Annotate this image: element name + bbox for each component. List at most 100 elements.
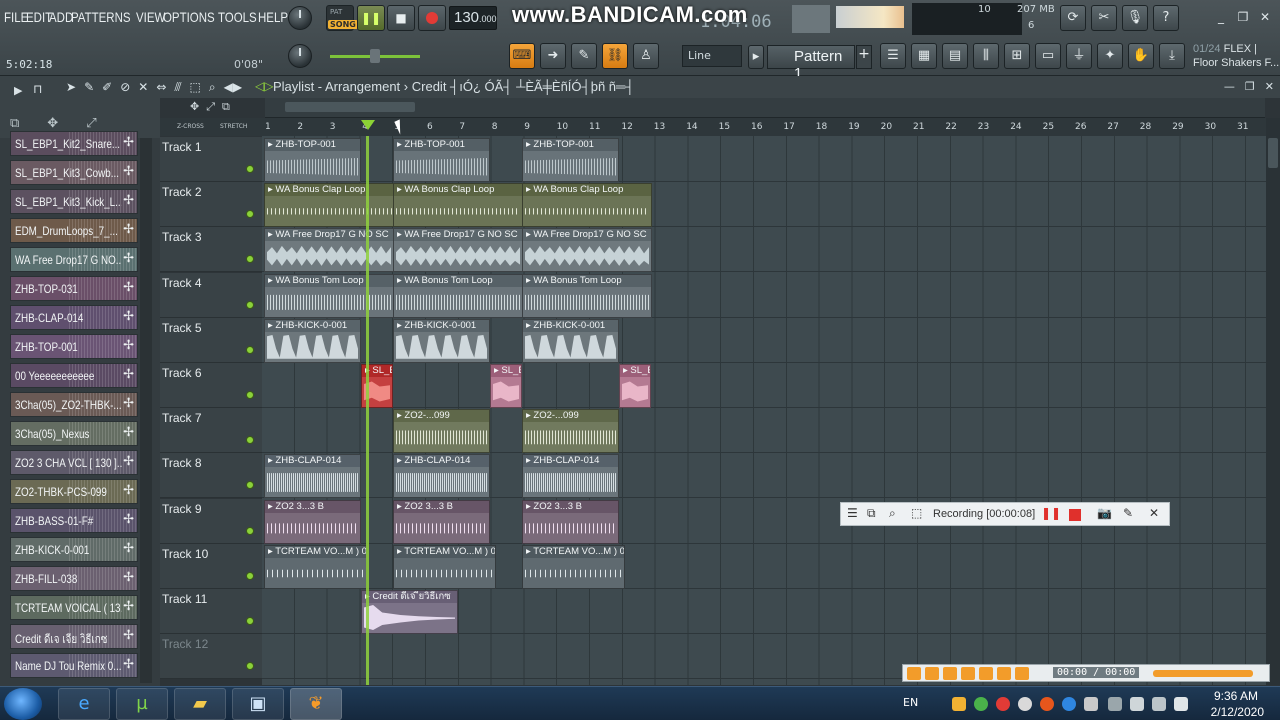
track-mute-led[interactable] [246, 300, 254, 309]
add-pattern-button[interactable]: + [856, 45, 872, 69]
channel-item[interactable]: SL_EBP1_Kit3_Kick_L... ✢ [10, 189, 138, 214]
delete-icon[interactable]: ⊘ [120, 80, 130, 95]
clock-time[interactable]: 9:36 AM [1208, 689, 1258, 703]
clip-header[interactable]: ▸ WA Bonus Tom Loop [265, 274, 393, 287]
language-indicator[interactable]: EN [903, 696, 918, 709]
tempo-display[interactable]: 130.000 [449, 6, 497, 30]
menu-icon[interactable]: ☰ [847, 506, 858, 520]
tray-icon-6[interactable] [1062, 697, 1076, 711]
magnet-icon[interactable]: ⊓ [33, 82, 42, 96]
menu-patterns[interactable]: PATTERNS [71, 9, 131, 25]
track-mute-led[interactable] [246, 436, 254, 445]
group-icon[interactable]: ⧉ [10, 116, 19, 131]
track-header[interactable]: Track 2 [160, 182, 262, 228]
mixer-button[interactable]: ⫼ [973, 43, 999, 69]
track-mute-led[interactable] [246, 617, 254, 625]
clock-date[interactable]: 2/12/2020 [1200, 705, 1264, 719]
download-button[interactable]: ⤓ [1159, 43, 1185, 69]
utorrent-taskbar-button[interactable]: µ [116, 688, 168, 720]
track-mute-led[interactable] [246, 571, 254, 580]
player-volume[interactable] [1153, 670, 1253, 677]
track-header[interactable]: Track 5 [160, 317, 262, 363]
stop-icon[interactable] [1069, 509, 1081, 521]
clip-header[interactable]: ▸ ZO2-...099 [523, 410, 618, 423]
zoom-icon[interactable]: ⌕ [209, 80, 216, 95]
channel-item[interactable]: ZHB-BASS-01-F# ✢ [10, 508, 138, 533]
track-header[interactable]: Track 8 [160, 453, 262, 499]
playhead-marker[interactable] [361, 120, 375, 130]
track-mute-led[interactable] [246, 662, 254, 671]
audio-clip[interactable]: ▸ TCRTEAM VO...M ) 005 [393, 544, 496, 589]
menu-options[interactable]: OPTIONS [163, 9, 215, 25]
audio-clip[interactable]: ▸ ZHB-TOP-001 [393, 138, 490, 182]
audio-clip[interactable]: ▸ WA Free Drop17 G NO SC [393, 228, 523, 273]
clip-header[interactable]: ▸ ZHB-TOP-001 [394, 139, 489, 151]
audio-clip[interactable]: ▸ TCRTEAM VO...M ) 005 [264, 544, 367, 589]
audio-clip[interactable]: ▸ ZO2 3...3 B [264, 499, 361, 544]
plugin-picker-button[interactable]: ⏚ [1066, 43, 1092, 69]
pattern-selector[interactable]: Pattern 1 [767, 45, 855, 82]
network-icon[interactable] [1152, 697, 1166, 711]
track-header[interactable]: Track 3 [160, 227, 262, 273]
cut-button[interactable]: ✂ [1091, 5, 1117, 31]
clip-header[interactable]: ▸ WA Free Drop17 G NO SC [394, 229, 522, 242]
scrollbar-thumb[interactable] [1268, 138, 1278, 168]
main-pitch-knob[interactable] [288, 44, 312, 68]
pencil-icon[interactable]: ✎ [1123, 506, 1133, 520]
window-icon[interactable]: ⧉ [867, 506, 876, 521]
tray-icon-7[interactable] [1084, 697, 1098, 711]
pencil-icon[interactable]: ✎ [84, 80, 94, 95]
audio-clip[interactable]: ▸ ZO2 3...3 B [393, 499, 490, 544]
channel-item[interactable]: 00 Yeeeeeeeeeee ✢ [10, 363, 138, 388]
track-header[interactable]: Track 1 [160, 137, 262, 182]
channel-rack-button[interactable]: ▤ [942, 43, 968, 69]
audio-clip[interactable]: ▸ ZHB-CLAP-014 [522, 454, 619, 499]
slice-icon[interactable]: ⫻ [174, 80, 181, 95]
track-header[interactable]: Track 6 [160, 363, 262, 408]
tray-icon-5[interactable] [1040, 697, 1054, 711]
audio-clip[interactable]: ▸ ZO2-...099 [522, 409, 619, 454]
slip-icon[interactable]: ⇔ [156, 80, 166, 95]
menu-file[interactable]: FILE [4, 9, 28, 25]
track-header[interactable]: Track 9 [160, 498, 262, 544]
channel-item[interactable]: ZO2-THBK-PCS-099 ✢ [10, 479, 138, 504]
snap-select[interactable]: Line [682, 45, 742, 67]
mic-button[interactable]: 🎙 [1122, 5, 1148, 31]
clip-header[interactable]: ▸ WA Bonus Tom Loop [523, 274, 651, 287]
audio-clip[interactable]: ▸ WA Free Drop17 G NO SC [264, 228, 394, 273]
refresh-button[interactable]: ⟳ [1060, 5, 1086, 31]
play-button[interactable]: ❚❚ [357, 5, 385, 31]
clip-header[interactable]: ▸ ZO2 3...3 B [523, 500, 618, 513]
ie-taskbar-button[interactable]: e [58, 688, 110, 720]
channel-item[interactable]: ZHB-KICK-0-001 ✢ [10, 537, 138, 562]
clip-header[interactable]: ▸ TCRTEAM VO...M ) 005 [265, 545, 366, 558]
move-icon[interactable]: ✥ [47, 116, 58, 131]
playlist-button[interactable]: ☰ [880, 43, 906, 69]
play-icon[interactable] [907, 667, 921, 680]
channel-item[interactable]: Credit ดีเจ เจีย วิธีเกซ ✢ [10, 624, 138, 649]
clip-header[interactable]: ▸ ZHB-CLAP-014 [523, 455, 618, 468]
audio-clip[interactable]: ▸ ZHB-CLAP-014 [393, 454, 490, 499]
clip-header[interactable]: ▸ ZHB-KICK-0-001 [394, 319, 489, 332]
track-mute-led[interactable] [246, 391, 254, 399]
typing-keyboard-button[interactable]: ⌨ [509, 43, 535, 69]
stop-button[interactable]: ■ [387, 5, 415, 31]
track-header[interactable]: Track 10 [160, 543, 262, 589]
main-volume-knob[interactable] [288, 6, 312, 30]
channel-item[interactable]: TCRTEAM VOICAL ( 13... ✢ [10, 595, 138, 620]
channel-item[interactable]: ZHB-FILL-038 ✢ [10, 566, 138, 591]
rewind-icon[interactable] [961, 667, 975, 680]
pause-icon[interactable]: ❚❚ [1041, 506, 1061, 520]
audio-clip[interactable]: ▸ WA Bonus Tom Loop [393, 273, 523, 318]
track-mute-led[interactable] [246, 165, 254, 173]
computer-taskbar-button[interactable]: ▣ [232, 688, 284, 720]
audio-clip[interactable]: ▸ Credit ดีเจ ียวิธีเกซ [361, 590, 458, 634]
track-lane[interactable] [262, 363, 1266, 408]
clip-header[interactable]: ▸ ZHB-CLAP-014 [265, 455, 360, 468]
tray-icon-3[interactable] [996, 697, 1010, 711]
channel-item[interactable]: EDM_DrumLoops_7_... ✢ [10, 218, 138, 243]
channel-item[interactable]: WA Free Drop17 G NO... ✢ [10, 247, 138, 272]
channel-item[interactable]: SL_EBP1_Kit3_Cowb... ✢ [10, 160, 138, 185]
clip-header[interactable]: ▸ Credit ดีเจ ียวิธีเกซ [362, 591, 457, 603]
clip-header[interactable]: ▸ ZO2 3...3 B [394, 500, 489, 513]
